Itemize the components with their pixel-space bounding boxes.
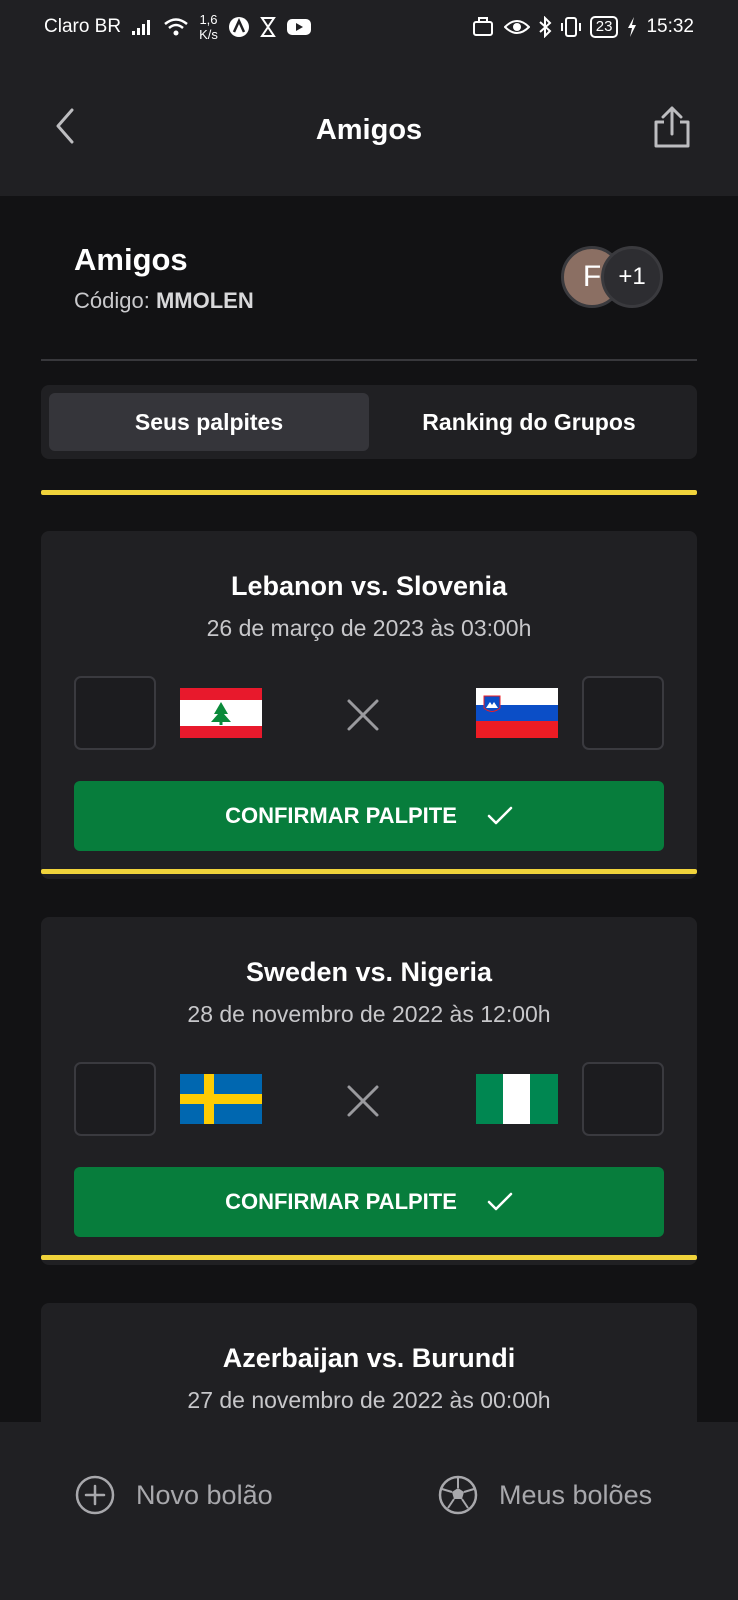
nigeria-flag-icon <box>476 1074 558 1124</box>
confirm-button-label: CONFIRMAR PALPITE <box>225 1189 457 1214</box>
vibrate-icon <box>560 16 582 38</box>
sweden-flag-icon <box>180 1074 262 1124</box>
nav-new-pool-label: Novo bolão <box>136 1479 273 1510</box>
versus-x-icon <box>347 1085 379 1117</box>
match-title: Sweden vs. Nigeria <box>245 957 493 987</box>
group-code: Código: MMOLEN <box>74 288 254 314</box>
divider-line <box>41 869 697 874</box>
match-date: 26 de março de 2023 às 03:00h <box>206 615 532 641</box>
matches-feed[interactable]: Lebanon vs. Slovenia 26 de março de 2023… <box>0 459 738 1422</box>
confirm-guess-button[interactable]: CONFIRMAR PALPITE <box>74 1167 664 1237</box>
app-bar: Amigos <box>0 54 738 196</box>
match-card: Azerbaijan vs. Burundi 27 de novembro de… <box>41 1303 697 1422</box>
eye-icon <box>503 18 530 36</box>
group-header: Amigos Código: MMOLEN F +1 <box>41 196 697 361</box>
soccer-ball-icon <box>438 1475 478 1515</box>
share-icon <box>654 106 690 148</box>
versus-x-icon <box>347 699 379 731</box>
match-card: Sweden vs. Nigeria 28 de novembro de 202… <box>41 917 697 1265</box>
app-a-icon <box>228 16 250 38</box>
match-title: Lebanon vs. Slovenia <box>230 571 508 601</box>
tab-seus-palpites[interactable]: Seus palpites <box>49 393 369 451</box>
nav-new-pool[interactable]: Novo bolão <box>74 1474 273 1516</box>
tab-ranking[interactable]: Ranking do Grupos <box>369 393 689 451</box>
battery-indicator: 23 <box>589 16 619 38</box>
group-code-value: MMOLEN <box>155 288 254 313</box>
check-icon <box>487 1192 513 1211</box>
carrier-label: Claro BR <box>44 16 122 37</box>
confirm-guess-button[interactable]: CONFIRMAR PALPITE <box>74 781 664 851</box>
page-title: Amigos <box>315 114 423 146</box>
clock: 15:32 <box>646 16 694 37</box>
check-icon <box>487 806 513 825</box>
away-score-input[interactable] <box>582 676 664 750</box>
away-score-input[interactable] <box>582 1062 664 1136</box>
nav-my-pools[interactable]: Meus bolões <box>437 1474 652 1516</box>
bottom-nav: Novo bolão Meus bolões <box>0 1422 738 1600</box>
divider-line <box>41 1255 697 1260</box>
status-bar: Claro BR 1,6 K/s 23 15:32 <box>0 0 738 54</box>
youtube-icon <box>286 17 312 37</box>
slovenia-flag-icon <box>476 688 558 738</box>
member-avatars[interactable]: F +1 <box>561 246 665 308</box>
network-speed: 1,6 K/s <box>199 12 218 42</box>
confirm-button-label: CONFIRMAR PALPITE <box>225 803 457 828</box>
group-code-label: Código: <box>74 288 150 313</box>
match-date: 28 de novembro de 2022 às 12:00h <box>187 1001 551 1027</box>
signal-icon <box>131 18 153 36</box>
plus-circle-icon <box>75 1475 115 1515</box>
match-title: Azerbaijan vs. Burundi <box>222 1343 516 1373</box>
group-name: Amigos <box>74 242 188 277</box>
tab-bar: Seus palpites Ranking do Grupos <box>41 385 697 459</box>
match-date: 27 de novembro de 2022 às 00:00h <box>187 1387 551 1413</box>
home-score-input[interactable] <box>74 676 156 750</box>
speed-unit: K/s <box>199 27 218 42</box>
briefcase-lock-icon <box>472 16 496 38</box>
wifi-icon <box>163 17 189 37</box>
divider-line <box>41 490 697 495</box>
lebanon-flag-icon <box>180 688 262 738</box>
charging-icon <box>626 16 638 38</box>
more-members-badge: +1 <box>601 246 663 308</box>
hourglass-icon <box>260 16 276 38</box>
match-card: Lebanon vs. Slovenia 26 de março de 2023… <box>41 531 697 879</box>
speed-value: 1,6 <box>199 12 218 27</box>
home-score-input[interactable] <box>74 1062 156 1136</box>
share-button[interactable] <box>650 104 694 150</box>
bluetooth-icon <box>538 16 552 38</box>
nav-my-pools-label: Meus bolões <box>499 1479 653 1510</box>
